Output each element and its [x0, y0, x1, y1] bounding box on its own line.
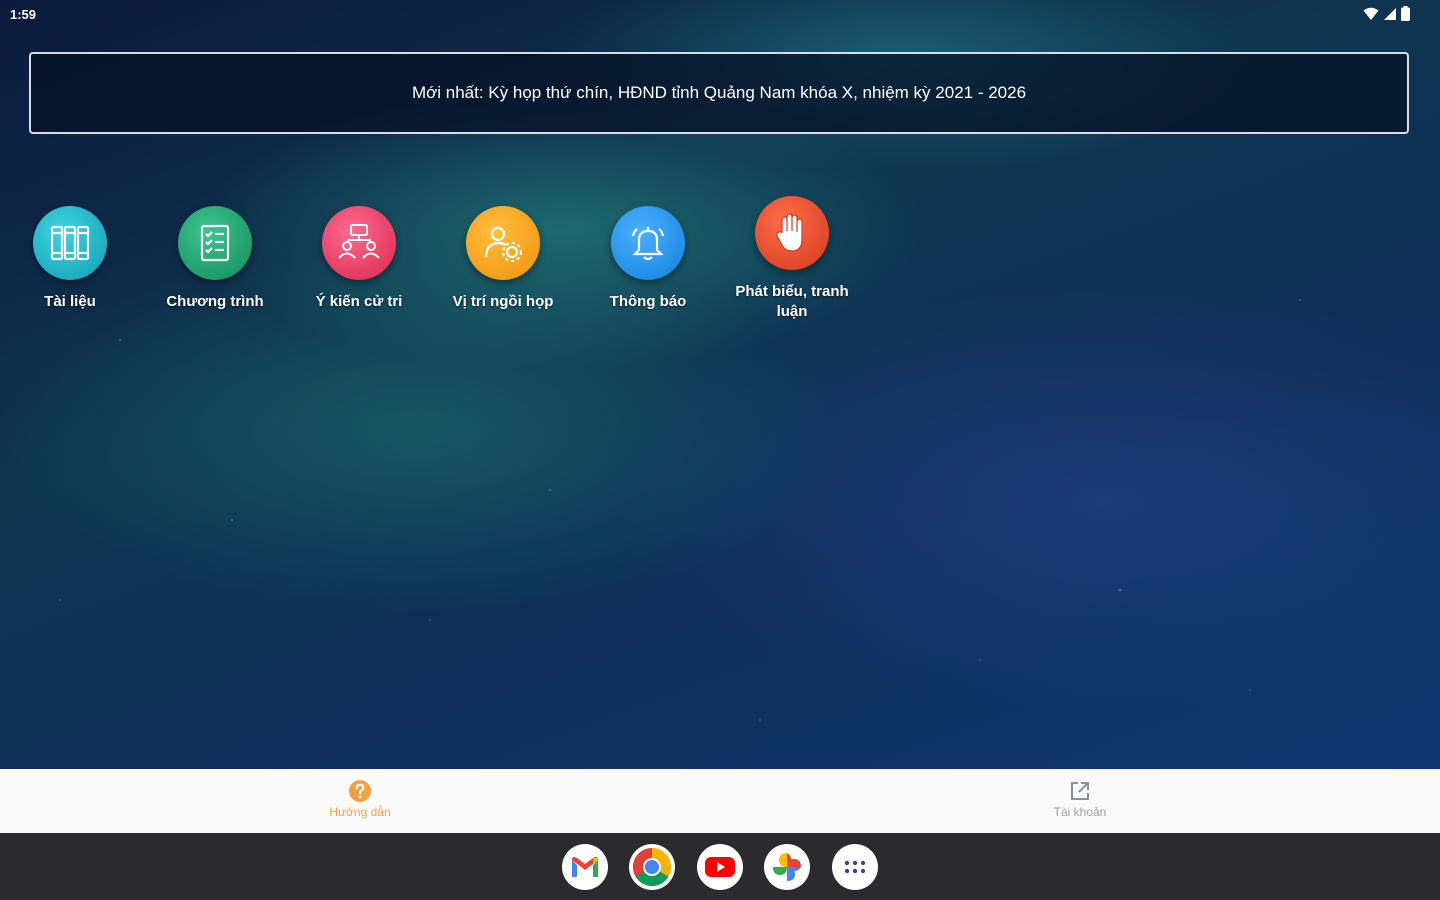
home-screen: 1:59 Mới nhất: Kỳ họp thứ chín, HĐND tỉn… — [0, 0, 1440, 900]
photos-app[interactable] — [764, 844, 810, 890]
people-network-icon — [338, 224, 380, 259]
app-tile-tai-lieu[interactable]: Tài liệu — [0, 206, 140, 312]
raised-hand-icon — [776, 213, 803, 252]
app-icon-circle — [322, 206, 396, 280]
app-label: Vị trí ngồi họp — [452, 293, 554, 310]
bell-icon — [631, 227, 665, 261]
chrome-icon — [632, 847, 672, 887]
app-label: Phát biểu, tranh luận — [735, 283, 849, 320]
nav-help-label: Hướng dẫn — [329, 805, 391, 819]
app-tile-phat-bieu-tranh-luan[interactable]: Phát biểu, tranh luận — [722, 196, 862, 322]
app-tile-y-kien-cu-tri[interactable]: Ý kiến cử tri — [289, 206, 429, 312]
help-circle-icon — [349, 780, 371, 802]
app-icon-circle — [755, 196, 829, 270]
chrome-app[interactable] — [629, 844, 675, 890]
app-tile-thong-bao[interactable]: Thông báo — [578, 206, 718, 312]
nav-account-label: Tài khoản — [1053, 805, 1107, 819]
app-icon-circle — [178, 206, 252, 280]
app-label: Ý kiến cử tri — [315, 293, 403, 310]
youtube-icon — [705, 857, 735, 877]
signal-icon — [1384, 7, 1396, 20]
app-icon-circle — [33, 206, 107, 280]
nav-help-tab[interactable]: Hướng dẫn — [290, 779, 430, 819]
announcement-text: Mới nhất: Kỳ họp thứ chín, HĐND tỉnh Quả… — [411, 83, 1027, 102]
announcement-banner[interactable]: Mới nhất: Kỳ họp thứ chín, HĐND tỉnh Quả… — [29, 52, 1409, 134]
app-icon-circle — [611, 206, 685, 280]
bottom-navigation: Hướng dẫn Tài khoản — [0, 769, 1440, 833]
status-icons — [1363, 6, 1410, 21]
status-bar: 1:59 — [0, 0, 1440, 28]
youtube-app[interactable] — [697, 844, 743, 890]
books-icon — [50, 225, 90, 261]
battery-icon — [1401, 6, 1410, 21]
app-label: Thông báo — [609, 293, 687, 310]
app-drawer-button[interactable] — [832, 844, 878, 890]
app-icon-circle — [466, 206, 540, 280]
app-drawer-icon — [844, 860, 866, 874]
person-gear-icon — [484, 226, 523, 263]
photos-icon — [773, 853, 801, 881]
system-dock — [0, 833, 1440, 900]
app-tile-vi-tri-ngoi-hop[interactable]: Vị trí ngồi họp — [433, 206, 573, 312]
app-label: Tài liệu — [44, 293, 96, 310]
wifi-icon — [1363, 7, 1379, 20]
gmail-icon — [572, 857, 598, 877]
checklist-icon — [200, 224, 230, 262]
gmail-app[interactable] — [562, 844, 608, 890]
open-external-icon — [1071, 782, 1089, 800]
status-time: 1:59 — [10, 7, 37, 22]
nav-account-tab[interactable]: Tài khoản — [1010, 779, 1150, 819]
app-tile-chuong-trinh[interactable]: Chương trình — [145, 206, 285, 312]
app-label: Chương trình — [166, 293, 264, 310]
